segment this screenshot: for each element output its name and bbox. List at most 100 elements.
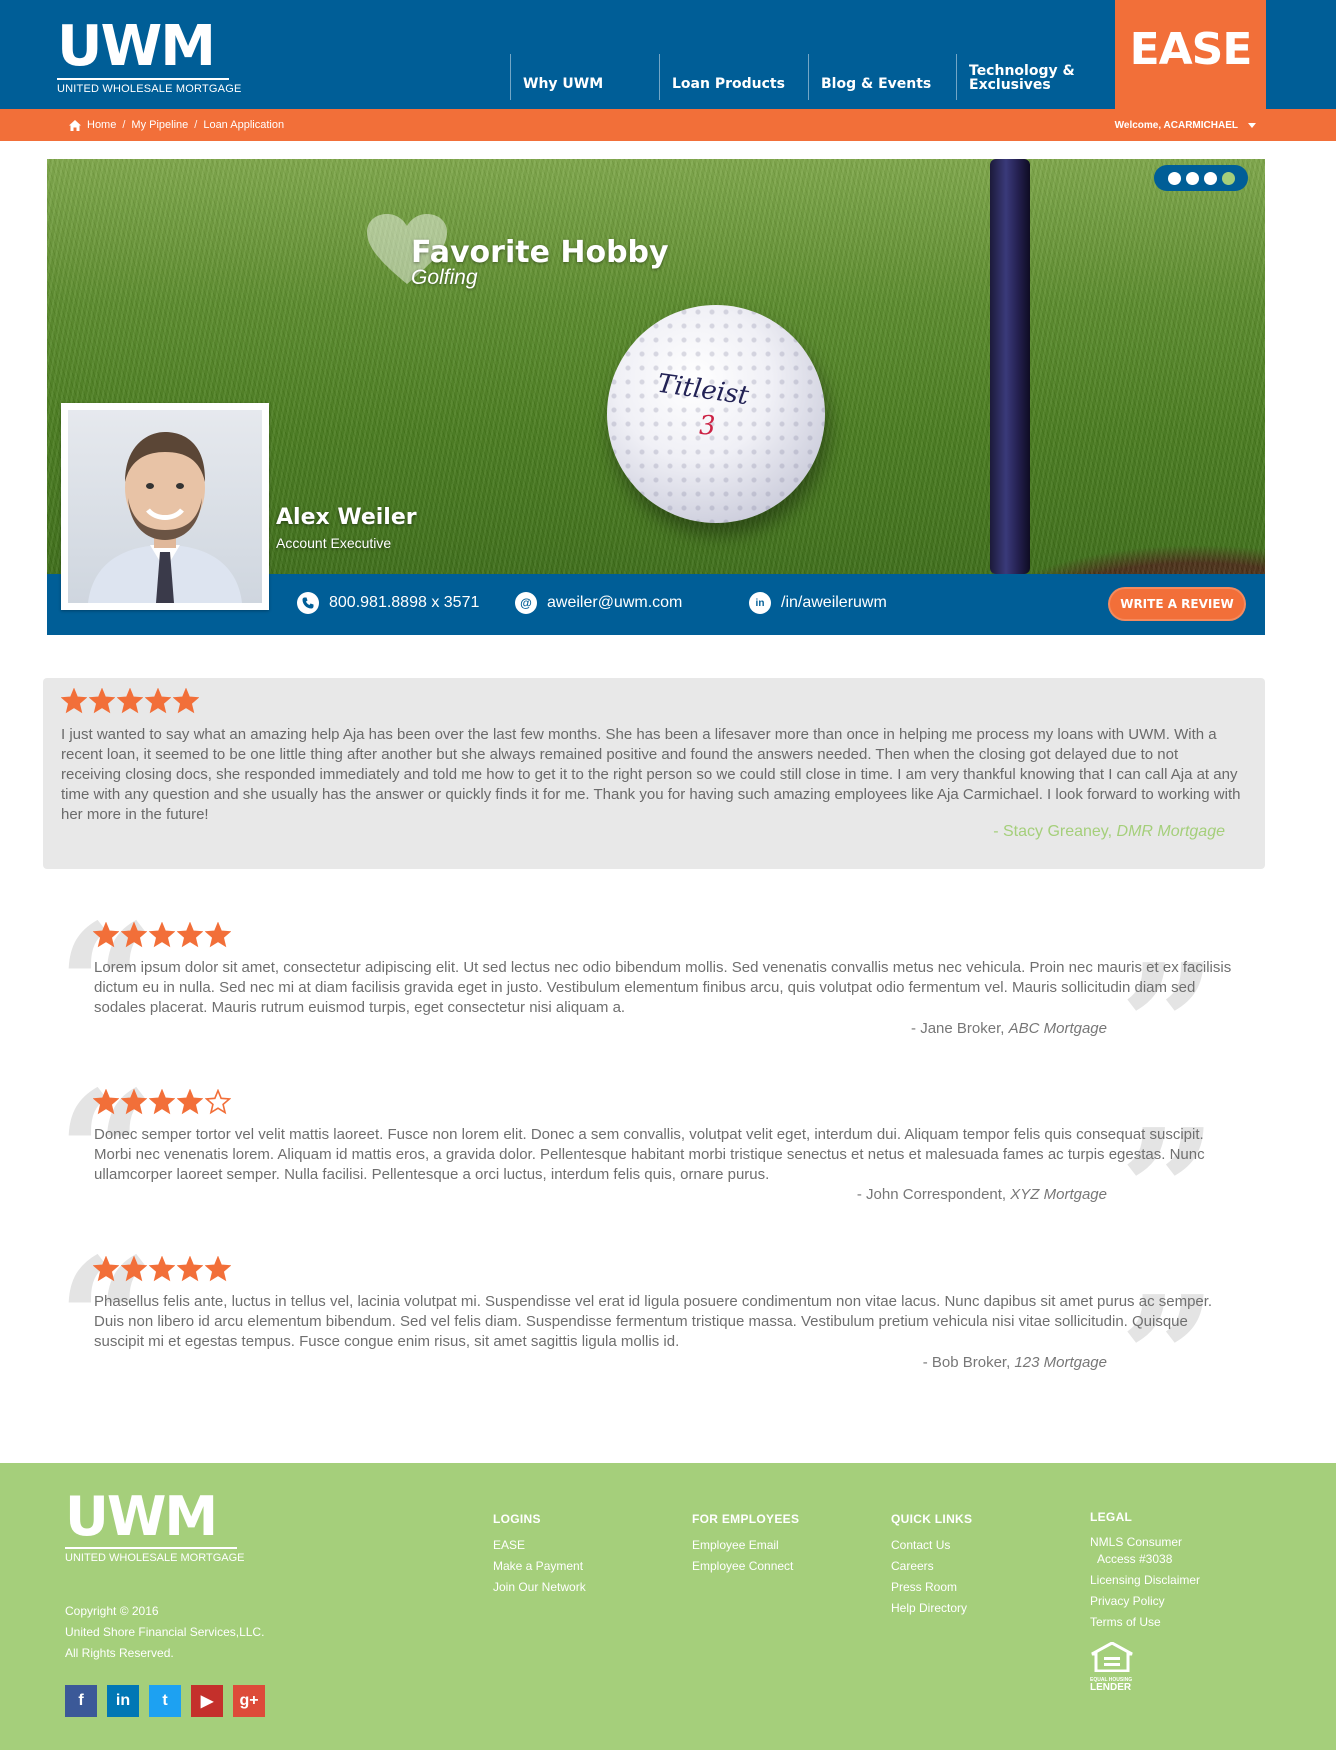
star-filled-icon bbox=[173, 688, 199, 714]
breadcrumb-bar: Home / My Pipeline / Loan Application We… bbox=[0, 109, 1336, 141]
review-author-company: DMR Mortgage bbox=[1116, 823, 1225, 840]
chevron-down-icon bbox=[1248, 123, 1256, 128]
nav-technology-label: Technology & Exclusives bbox=[969, 63, 1075, 93]
breadcrumb-separator: / bbox=[122, 119, 126, 131]
footer-link-licensing[interactable]: Licensing Disclaimer bbox=[1090, 1572, 1200, 1589]
star-filled-icon bbox=[121, 1089, 147, 1115]
featured-review: I just wanted to say what an amazing hel… bbox=[43, 678, 1265, 869]
slide-dot-active[interactable] bbox=[1221, 171, 1235, 185]
footer-link-contact-us[interactable]: Contact Us bbox=[891, 1535, 972, 1556]
star-rating bbox=[93, 1256, 231, 1282]
nav-loan-products[interactable]: Loan Products bbox=[659, 54, 807, 100]
user-menu[interactable]: Welcome, ACARMICHAEL bbox=[1115, 120, 1256, 131]
star-rating bbox=[61, 688, 199, 714]
linkedin-icon[interactable]: in bbox=[107, 1685, 139, 1717]
review-author-name: - Bob Broker, bbox=[922, 1354, 1011, 1371]
review-author-name: - Jane Broker, bbox=[911, 1020, 1005, 1037]
footer-link-ease[interactable]: EASE bbox=[493, 1535, 586, 1556]
slide-dot[interactable] bbox=[1203, 171, 1217, 185]
agent-portrait bbox=[68, 410, 262, 603]
review-author-name: - John Correspondent, bbox=[856, 1186, 1007, 1203]
breadcrumb-my-pipeline[interactable]: My Pipeline bbox=[131, 119, 188, 131]
star-filled-icon bbox=[145, 688, 171, 714]
hobby-value: Golfing bbox=[411, 266, 478, 289]
star-empty-icon bbox=[205, 1089, 231, 1115]
ball-dimples bbox=[607, 305, 825, 523]
top-header: UWM UNITED WHOLESALE MORTGAGE Why UWM Lo… bbox=[0, 0, 1336, 109]
footer-logo[interactable]: UWM UNITED WHOLESALE MORTGAGE bbox=[65, 1485, 245, 1564]
footer-link-join-network[interactable]: Join Our Network bbox=[493, 1577, 586, 1598]
copyright-line: United Shore Financial Services,LLC. bbox=[65, 1625, 265, 1639]
footer-link-employee-email[interactable]: Employee Email bbox=[692, 1535, 799, 1556]
star-filled-icon bbox=[93, 1089, 119, 1115]
copyright-line: All Rights Reserved. bbox=[65, 1646, 174, 1660]
footer-link-press-room[interactable]: Press Room bbox=[891, 1577, 972, 1598]
welcome-text: Welcome, ACARMICHAEL bbox=[1114, 120, 1238, 131]
footer-link-nmls[interactable]: NMLS Consumer bbox=[1090, 1534, 1200, 1551]
agent-name: Alex Weiler bbox=[276, 505, 417, 530]
footer-link-employee-connect[interactable]: Employee Connect bbox=[692, 1556, 799, 1577]
portrait-illustration bbox=[88, 432, 242, 603]
footer-logo-tagline: UNITED WHOLESALE MORTGAGE bbox=[65, 1552, 245, 1564]
star-filled-icon bbox=[177, 1256, 203, 1282]
footer-link-terms[interactable]: Terms of Use bbox=[1090, 1614, 1200, 1631]
linkedin-contact[interactable]: in /in/aweileruwm bbox=[749, 592, 887, 614]
nav-blog-events[interactable]: Blog & Events bbox=[808, 54, 956, 100]
ease-button[interactable]: EASE bbox=[1115, 0, 1266, 109]
footer-logo-wordmark: UWM bbox=[65, 1485, 218, 1548]
agent-photo bbox=[61, 403, 269, 610]
footer-column-heading: QUICK LINKS bbox=[891, 1512, 973, 1526]
star-filled-icon bbox=[149, 922, 175, 948]
breadcrumb-separator: / bbox=[194, 119, 198, 131]
footer-column-employees: FOR EMPLOYEES Employee Email Employee Co… bbox=[692, 1509, 799, 1577]
email-address: aweiler@uwm.com bbox=[547, 594, 683, 611]
review-text: I just wanted to say what an amazing hel… bbox=[61, 726, 1241, 823]
star-filled-icon bbox=[177, 922, 203, 948]
slide-dot[interactable] bbox=[1185, 171, 1199, 185]
twitter-icon[interactable]: t bbox=[149, 1685, 181, 1717]
footer-link-make-payment[interactable]: Make a Payment bbox=[493, 1556, 586, 1577]
agent-title: Account Executive bbox=[276, 535, 392, 551]
review-author: - Bob Broker, 123 Mortgage bbox=[923, 1354, 1107, 1371]
star-rating bbox=[93, 922, 231, 948]
review-author-company: ABC Mortgage bbox=[1008, 1020, 1107, 1037]
review-text: Phasellus felis ante, luctus in tellus v… bbox=[94, 1293, 1213, 1350]
footer-link-privacy[interactable]: Privacy Policy bbox=[1090, 1593, 1200, 1610]
review-author-company: 123 Mortgage bbox=[1014, 1354, 1107, 1371]
review-author: - John Correspondent, XYZ Mortgage bbox=[857, 1186, 1107, 1203]
social-links: f in t ▶ g+ bbox=[65, 1685, 265, 1717]
facebook-icon[interactable]: f bbox=[65, 1685, 97, 1717]
slide-indicator bbox=[1154, 165, 1248, 191]
flag-pin-image bbox=[990, 159, 1030, 574]
nav-why-uwm[interactable]: Why UWM bbox=[510, 54, 658, 100]
footer-link-nmls-access[interactable]: Access #3038 bbox=[1090, 1551, 1200, 1568]
review-author: - Stacy Greaney, DMR Mortgage bbox=[993, 823, 1225, 841]
email-contact[interactable]: @ aweiler@uwm.com bbox=[515, 592, 682, 614]
site-footer: UWM UNITED WHOLESALE MORTGAGE Copyright … bbox=[0, 1463, 1336, 1750]
breadcrumb-loan-application[interactable]: Loan Application bbox=[203, 119, 284, 131]
golf-ball-image: Titleist 3 bbox=[607, 305, 825, 523]
footer-link-help-directory[interactable]: Help Directory bbox=[891, 1598, 972, 1619]
equal-housing-icon bbox=[1091, 1641, 1133, 1673]
breadcrumb-home[interactable]: Home bbox=[87, 119, 116, 131]
copyright-line: Copyright © 2016 bbox=[65, 1604, 159, 1618]
uwm-logo[interactable]: UWM UNITED WHOLESALE MORTGAGE bbox=[57, 18, 241, 95]
footer-link-careers[interactable]: Careers bbox=[891, 1556, 972, 1577]
footer-column-heading: LEGAL bbox=[1090, 1510, 1133, 1524]
ehl-lender: LENDER bbox=[1090, 1682, 1132, 1693]
slide-dot[interactable] bbox=[1167, 171, 1181, 185]
star-filled-icon bbox=[121, 922, 147, 948]
review-author: - Jane Broker, ABC Mortgage bbox=[911, 1020, 1107, 1037]
home-icon[interactable] bbox=[69, 119, 81, 131]
phone-number: 800.981.8898 x 3571 bbox=[329, 594, 480, 611]
youtube-icon[interactable]: ▶ bbox=[191, 1685, 223, 1717]
phone-contact[interactable]: 800.981.8898 x 3571 bbox=[297, 592, 479, 614]
star-filled-icon bbox=[121, 1256, 147, 1282]
nav-technology-exclusives[interactable]: Technology & Exclusives bbox=[956, 54, 1115, 100]
google-plus-icon[interactable]: g+ bbox=[233, 1685, 265, 1717]
review-author-name: - Stacy Greaney, bbox=[993, 823, 1113, 840]
ball-number: 3 bbox=[699, 411, 716, 441]
write-review-button[interactable]: WRITE A REVIEW bbox=[1108, 587, 1246, 621]
footer-column-quick-links: QUICK LINKS Contact Us Careers Press Roo… bbox=[891, 1509, 972, 1619]
footer-column-legal: LEGAL NMLS Consumer Access #3038 Licensi… bbox=[1090, 1509, 1200, 1631]
